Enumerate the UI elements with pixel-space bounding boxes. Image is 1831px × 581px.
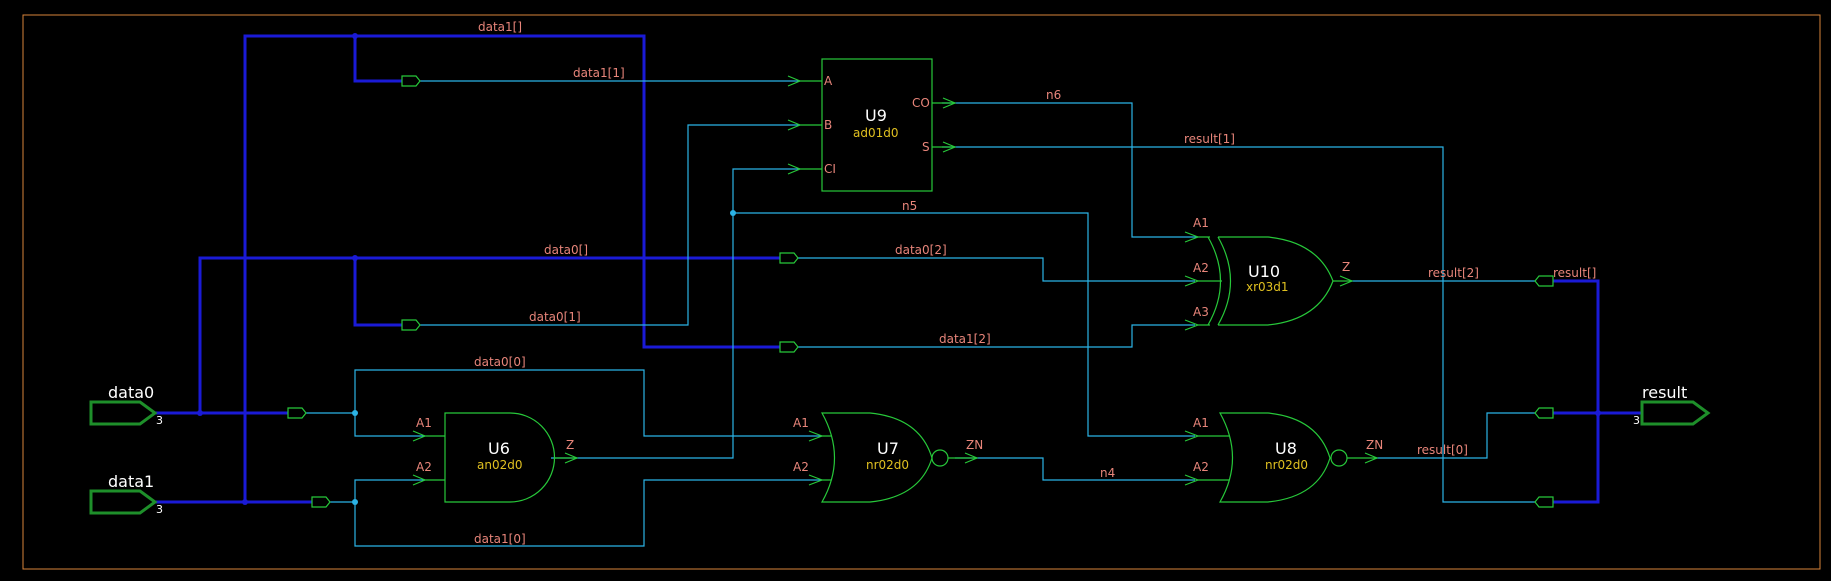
u10-pin-z: Z: [1342, 260, 1350, 274]
u9-pin-co: CO: [912, 96, 930, 110]
u7-pin-a2: A2: [793, 460, 809, 474]
net-label-data0-0: data0[0]: [474, 355, 526, 369]
u9-pin-a: A: [824, 74, 833, 88]
bus-rippers: [287, 75, 1554, 508]
wire-data0-1[interactable]: [420, 124, 800, 326]
net-label-result-1: result[1]: [1184, 132, 1235, 146]
instance-u9[interactable]: U9 ad01d0 A B CI CO S: [787, 58, 957, 192]
wire-data0-2[interactable]: [798, 257, 1195, 282]
net-label-result-2: result[2]: [1428, 266, 1479, 280]
bus-junction: [242, 499, 248, 505]
instance-u9-cell: ad01d0: [853, 126, 899, 140]
port-result[interactable]: result 3: [1633, 383, 1711, 427]
net-label-result-0: result[0]: [1417, 443, 1468, 457]
wire-data0-0[interactable]: [306, 369, 822, 437]
net-label-n4: n4: [1100, 466, 1115, 480]
u10-pin-a1: A1: [1193, 216, 1209, 230]
instance-u8-cell: nr02d0: [1265, 458, 1308, 472]
port-data1-label: data1: [108, 472, 154, 491]
instance-u8-name: U8: [1275, 439, 1297, 458]
wire-n4[interactable]: [955, 457, 1195, 481]
port-data0-width: 3: [156, 414, 163, 427]
u9-pin-b: B: [824, 118, 832, 132]
bus-junction: [352, 33, 358, 39]
port-data1[interactable]: data1 3: [89, 472, 163, 516]
net-label-data1-2: data1[2]: [939, 332, 991, 346]
instance-u8[interactable]: U8 nr02d0 A1 A2 ZN: [1184, 412, 1383, 503]
wire-data1-0[interactable]: [330, 479, 822, 547]
u7-pin-zn: ZN: [966, 438, 983, 452]
instance-u10[interactable]: U10 xr03d1 A1 A2 A3 Z: [1184, 216, 1354, 331]
bus-data1[interactable]: [155, 34, 780, 504]
net-label-data1-0: data1[0]: [474, 532, 526, 546]
u10-pin-a3: A3: [1193, 305, 1209, 319]
net-label-n5: n5: [902, 199, 917, 213]
u6-pin-a2: A2: [416, 460, 432, 474]
schematic-canvas: data0 3 data1 3 result 3 U9 ad01d0 A B C…: [22, 14, 1821, 570]
instance-u6-name: U6: [488, 439, 510, 458]
instance-u10-name: U10: [1248, 262, 1280, 281]
u9-pin-ci: CI: [824, 162, 836, 176]
wire-n5[interactable]: [551, 168, 1195, 459]
u9-pin-s: S: [922, 140, 930, 154]
bus-result[interactable]: [1553, 279, 1642, 504]
instance-u10-cell: xr03d1: [1246, 280, 1289, 294]
instance-u7-cell: nr02d0: [866, 458, 909, 472]
u6-pin-a1: A1: [416, 416, 432, 430]
instance-u7-name: U7: [877, 439, 899, 458]
net-label-data1-1: data1[1]: [573, 66, 625, 80]
wire-data1-2[interactable]: [798, 324, 1195, 348]
wire-junction: [352, 410, 358, 416]
wire-junction: [352, 499, 358, 505]
u10-pin-a2: A2: [1193, 261, 1209, 275]
bus-junction: [1595, 410, 1601, 416]
instance-u9-name: U9: [865, 106, 887, 125]
bus-junction: [197, 410, 203, 416]
wire-junction: [730, 210, 736, 216]
bus-data0[interactable]: [155, 256, 780, 415]
u7-pin-a1: A1: [793, 416, 809, 430]
net-label-data0-bus: data0[]: [544, 243, 588, 257]
net-label-data0-2: data0[2]: [895, 243, 947, 257]
port-result-label: result: [1642, 383, 1687, 402]
port-data0-label: data0: [108, 383, 154, 402]
net-label-data1-bus: data1[]: [478, 20, 522, 34]
instance-u6-cell: an02d0: [477, 458, 522, 472]
instance-u7[interactable]: U7 nr02d0 A1 A2 ZN: [793, 412, 983, 503]
port-data1-width: 3: [156, 503, 163, 516]
bus-junction: [352, 255, 358, 261]
net-label-data0-1: data0[1]: [529, 310, 581, 324]
port-data0[interactable]: data0 3: [89, 383, 163, 427]
u8-pin-a1: A1: [1193, 416, 1209, 430]
port-result-width: 3: [1633, 414, 1640, 427]
net-label-result-bus: result[]: [1553, 266, 1596, 280]
u8-pin-a2: A2: [1193, 460, 1209, 474]
wire-n6[interactable]: [942, 102, 1198, 238]
u8-pin-zn: ZN: [1366, 438, 1383, 452]
net-label-n6: n6: [1046, 88, 1061, 102]
u6-pin-z: Z: [566, 438, 574, 452]
